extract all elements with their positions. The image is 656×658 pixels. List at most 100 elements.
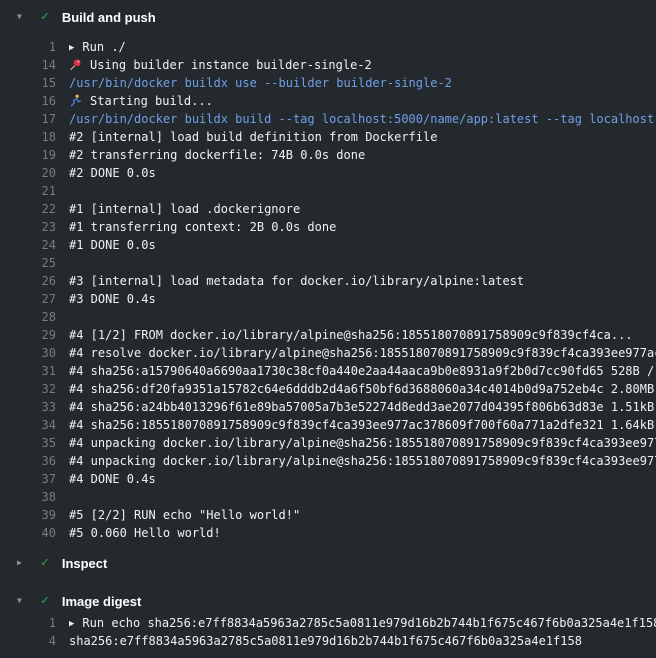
log-line: 32 #4 sha256:df20fa9351a15782c64e6dddb2d… bbox=[0, 380, 656, 398]
log-line-number[interactable]: 17 bbox=[0, 110, 56, 128]
log-line-number[interactable]: 33 bbox=[0, 398, 56, 416]
log-line-number[interactable]: 40 bbox=[0, 524, 56, 542]
step-title: Inspect bbox=[62, 556, 108, 571]
log-line: 16 Starting build... bbox=[0, 92, 656, 110]
log-line: 26 #3 [internal] load metadata for docke… bbox=[0, 272, 656, 290]
log-line-text: /usr/bin/docker buildx build --tag local… bbox=[69, 110, 656, 128]
log-line-number[interactable]: 4 bbox=[0, 632, 56, 650]
log-line-number[interactable]: 1 bbox=[0, 614, 56, 632]
log-line: 33 #4 sha256:a24bb4013296f61e89ba57005a7… bbox=[0, 398, 656, 416]
log-line-number[interactable]: 29 bbox=[0, 326, 56, 344]
log-line-text: #2 transferring dockerfile: 74B 0.0s don… bbox=[69, 146, 365, 164]
log-line-number[interactable]: 34 bbox=[0, 416, 56, 434]
log-line: 28 bbox=[0, 308, 656, 326]
log-line-text: sha256:e7ff8834a5963a2785c5a0811e979d16b… bbox=[69, 632, 582, 650]
log-line-number[interactable]: 16 bbox=[0, 92, 56, 110]
log-line-number[interactable]: 1 bbox=[0, 38, 56, 56]
log-line-text: #4 sha256:a15790640a6690aa1730c38cf0a440… bbox=[69, 362, 656, 380]
log-line-number[interactable]: 38 bbox=[0, 488, 56, 506]
log-line-text: /usr/bin/docker buildx use --builder bui… bbox=[69, 74, 452, 92]
log-line-number[interactable]: 36 bbox=[0, 452, 56, 470]
log-line: 25 bbox=[0, 254, 656, 272]
log-line-text: #1 [internal] load .dockerignore bbox=[69, 200, 300, 218]
log-line-text: #4 DONE 0.4s bbox=[69, 470, 156, 488]
log-line-number[interactable]: 31 bbox=[0, 362, 56, 380]
log-line-text: ▶Run echo sha256:e7ff8834a5963a2785c5a08… bbox=[69, 614, 656, 632]
log-line: 36 #4 unpacking docker.io/library/alpine… bbox=[0, 452, 656, 470]
log-line-number[interactable]: 30 bbox=[0, 344, 56, 362]
log-line: 19 #2 transferring dockerfile: 74B 0.0s … bbox=[0, 146, 656, 164]
log-line-text: Using builder instance builder-single-2 bbox=[69, 56, 372, 74]
log-line-text: #4 sha256:df20fa9351a15782c64e6dddb2d4a6… bbox=[69, 380, 656, 398]
log-line: 1 ▶Run ./ bbox=[0, 38, 656, 56]
log-line-number[interactable]: 35 bbox=[0, 434, 56, 452]
log-line: 17 /usr/bin/docker buildx build --tag lo… bbox=[0, 110, 656, 128]
log-line-number[interactable]: 21 bbox=[0, 182, 56, 200]
play-icon[interactable]: ▶ bbox=[69, 39, 74, 56]
log-line-number[interactable]: 15 bbox=[0, 74, 56, 92]
log-line-text: #2 [internal] load build definition from… bbox=[69, 128, 437, 146]
step-log-lines: 1 ▶Run ./ 14 Using builder instance buil… bbox=[0, 38, 656, 542]
check-icon: ✓ bbox=[41, 590, 49, 612]
log-line-number[interactable]: 32 bbox=[0, 380, 56, 398]
log-line: 14 Using builder instance builder-single… bbox=[0, 56, 656, 74]
step-section: ▶ ✓ Inspect bbox=[0, 552, 656, 574]
log-line: 29 #4 [1/2] FROM docker.io/library/alpin… bbox=[0, 326, 656, 344]
chevron-down-icon[interactable]: ▼ bbox=[17, 590, 29, 612]
log-line: 20 #2 DONE 0.0s bbox=[0, 164, 656, 182]
runner-icon bbox=[69, 94, 82, 107]
log-line: 39 #5 [2/2] RUN echo "Hello world!" bbox=[0, 506, 656, 524]
step-header[interactable]: ▶ ✓ Inspect bbox=[0, 552, 656, 574]
log-line: 22 #1 [internal] load .dockerignore bbox=[0, 200, 656, 218]
log-line-number[interactable]: 28 bbox=[0, 308, 56, 326]
log-line: 37 #4 DONE 0.4s bbox=[0, 470, 656, 488]
log-line-text: #5 0.060 Hello world! bbox=[69, 524, 221, 542]
log-line: 4 sha256:e7ff8834a5963a2785c5a0811e979d1… bbox=[0, 632, 656, 650]
log-line: 34 #4 sha256:185518070891758909c9f839cf4… bbox=[0, 416, 656, 434]
log-line-text: #4 unpacking docker.io/library/alpine@sh… bbox=[69, 434, 656, 452]
log-line-number[interactable]: 23 bbox=[0, 218, 56, 236]
log-line-text: #3 DONE 0.4s bbox=[69, 290, 156, 308]
log-line-text: #3 [internal] load metadata for docker.i… bbox=[69, 272, 524, 290]
step-header[interactable]: ▼ ✓ Build and push bbox=[0, 6, 656, 28]
step-title: Image digest bbox=[62, 594, 141, 609]
log-line: 21 bbox=[0, 182, 656, 200]
log-line-number[interactable]: 25 bbox=[0, 254, 56, 272]
log-line-text: #4 unpacking docker.io/library/alpine@sh… bbox=[69, 452, 656, 470]
log-line: 1 ▶Run echo sha256:e7ff8834a5963a2785c5a… bbox=[0, 614, 656, 632]
log-line-text: #2 DONE 0.0s bbox=[69, 164, 156, 182]
check-icon: ✓ bbox=[41, 6, 49, 28]
step-section: ▼ ✓ Image digest 1 ▶Run echo sha256:e7ff… bbox=[0, 590, 656, 650]
log-line: 24 #1 DONE 0.0s bbox=[0, 236, 656, 254]
step-header[interactable]: ▼ ✓ Image digest bbox=[0, 590, 656, 612]
log-line-number[interactable]: 39 bbox=[0, 506, 56, 524]
log-line-number[interactable]: 22 bbox=[0, 200, 56, 218]
log-line: 38 bbox=[0, 488, 656, 506]
log-line-number[interactable]: 24 bbox=[0, 236, 56, 254]
play-icon[interactable]: ▶ bbox=[69, 615, 74, 632]
log-line: 31 #4 sha256:a15790640a6690aa1730c38cf0a… bbox=[0, 362, 656, 380]
log-line-text: Starting build... bbox=[69, 92, 213, 110]
log-line-text: #4 sha256:a24bb4013296f61e89ba57005a7b3e… bbox=[69, 398, 656, 416]
log-line: 40 #5 0.060 Hello world! bbox=[0, 524, 656, 542]
workflow-log: ▼ ✓ Build and push 1 ▶Run ./ 14 Using bu… bbox=[0, 6, 656, 650]
pushpin-icon bbox=[69, 58, 82, 71]
log-line-number[interactable]: 26 bbox=[0, 272, 56, 290]
log-line: 27 #3 DONE 0.4s bbox=[0, 290, 656, 308]
chevron-down-icon[interactable]: ▼ bbox=[17, 6, 29, 28]
log-line: 15 /usr/bin/docker buildx use --builder … bbox=[0, 74, 656, 92]
check-icon: ✓ bbox=[41, 552, 49, 574]
log-line-number[interactable]: 37 bbox=[0, 470, 56, 488]
log-line-number[interactable]: 27 bbox=[0, 290, 56, 308]
log-line-number[interactable]: 20 bbox=[0, 164, 56, 182]
log-line-number[interactable]: 14 bbox=[0, 56, 56, 74]
log-line-text: #4 resolve docker.io/library/alpine@sha2… bbox=[69, 344, 656, 362]
chevron-right-icon[interactable]: ▶ bbox=[17, 552, 29, 574]
log-line: 23 #1 transferring context: 2B 0.0s done bbox=[0, 218, 656, 236]
step-section: ▼ ✓ Build and push 1 ▶Run ./ 14 Using bu… bbox=[0, 6, 656, 542]
log-line-text: #4 [1/2] FROM docker.io/library/alpine@s… bbox=[69, 326, 633, 344]
log-line-number[interactable]: 19 bbox=[0, 146, 56, 164]
log-line: 35 #4 unpacking docker.io/library/alpine… bbox=[0, 434, 656, 452]
log-line-text: ▶Run ./ bbox=[69, 38, 126, 56]
log-line-number[interactable]: 18 bbox=[0, 128, 56, 146]
